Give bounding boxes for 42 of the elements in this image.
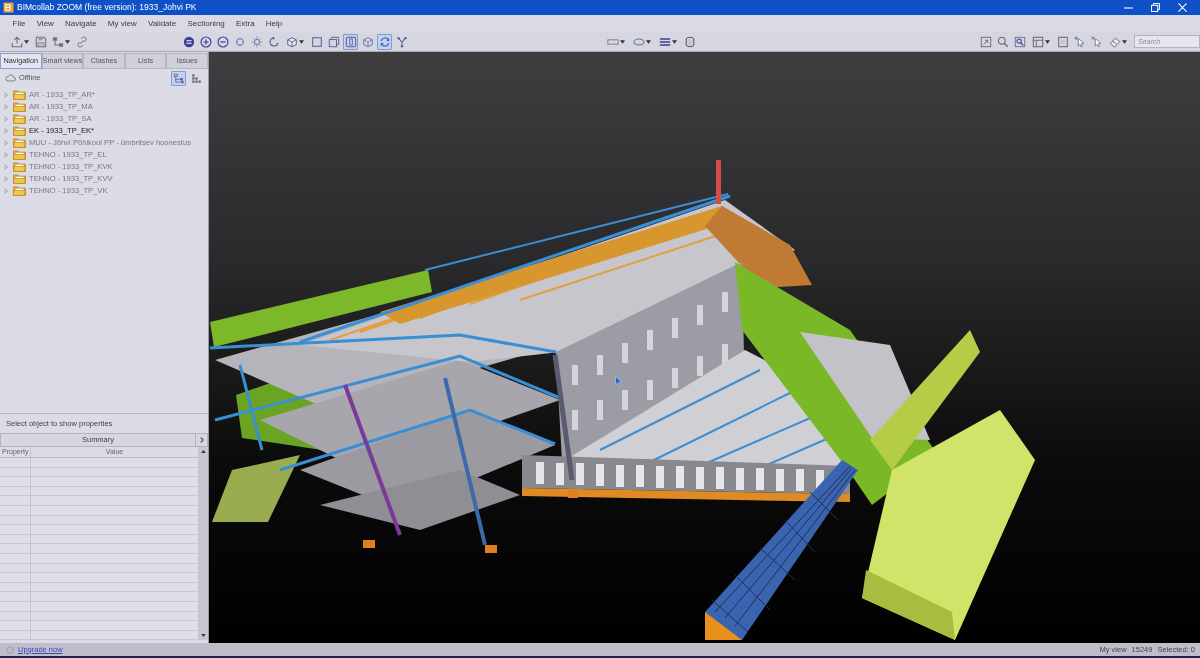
caret-icon[interactable] xyxy=(646,39,651,44)
menu-item[interactable]: File xyxy=(7,17,32,30)
circle-icon xyxy=(6,645,14,654)
app-icon xyxy=(3,2,14,13)
folder-icon xyxy=(13,138,26,148)
folder-icon xyxy=(13,114,26,124)
cube-icon[interactable] xyxy=(286,35,298,48)
caret-icon[interactable] xyxy=(1045,39,1050,44)
chevron-right-icon[interactable] xyxy=(199,437,204,443)
menu-item[interactable]: My view xyxy=(102,17,143,30)
caret-icon[interactable] xyxy=(24,39,29,44)
caret-icon[interactable] xyxy=(620,39,625,44)
caret-icon[interactable] xyxy=(65,39,70,44)
expand-button[interactable] xyxy=(196,433,208,447)
3d-viewport[interactable] xyxy=(209,52,1200,643)
close-icon[interactable] xyxy=(1178,3,1187,12)
menu-item[interactable]: Navigate xyxy=(59,17,103,30)
folder-icon xyxy=(13,90,26,100)
small-circle-icon[interactable] xyxy=(235,37,244,46)
cloud-icon xyxy=(5,74,16,82)
folder-icon xyxy=(13,150,26,160)
menu-item[interactable]: Sectioning xyxy=(181,17,231,30)
restore-icon[interactable] xyxy=(1151,3,1160,12)
caret-icon[interactable] xyxy=(299,39,304,44)
mouse-pointer-icon xyxy=(615,376,622,386)
window-title: BIMcollab ZOOM (free version): 1933_Johvi PK xyxy=(17,3,197,12)
folder-icon xyxy=(13,162,26,172)
up-arrow-icon[interactable] xyxy=(200,450,206,453)
caret-icon[interactable] xyxy=(1122,39,1127,44)
caret-icon[interactable] xyxy=(672,39,677,44)
menu-item[interactable]: View xyxy=(31,17,60,30)
lines-icon[interactable] xyxy=(659,35,671,48)
folder-icon xyxy=(13,186,26,196)
folder-icon xyxy=(13,102,26,112)
menu-item[interactable]: Help xyxy=(260,17,288,30)
menu-item[interactable]: Validate xyxy=(142,17,182,30)
menu-item[interactable]: Extra xyxy=(230,17,261,30)
folder-icon xyxy=(13,174,26,184)
down-arrow-icon[interactable] xyxy=(200,634,206,637)
scrollbar[interactable] xyxy=(198,447,208,640)
folder-icon xyxy=(13,126,26,136)
minimize-icon[interactable] xyxy=(1124,6,1133,9)
